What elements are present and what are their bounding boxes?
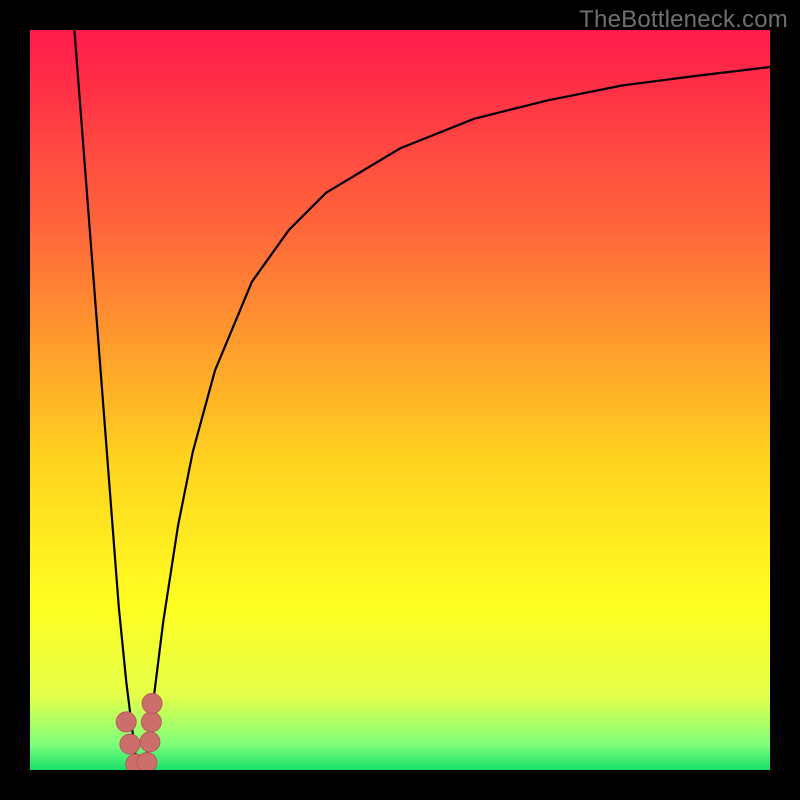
plot-area [30, 30, 770, 770]
outer-frame: TheBottleneck.com [0, 0, 800, 800]
watermark-text: TheBottleneck.com [579, 6, 788, 34]
data-dot [116, 712, 136, 732]
data-dot [142, 693, 162, 713]
data-dot [141, 712, 161, 732]
data-dot [137, 753, 157, 770]
data-dots [30, 30, 770, 770]
data-dot [140, 732, 160, 752]
data-dot [120, 734, 140, 754]
